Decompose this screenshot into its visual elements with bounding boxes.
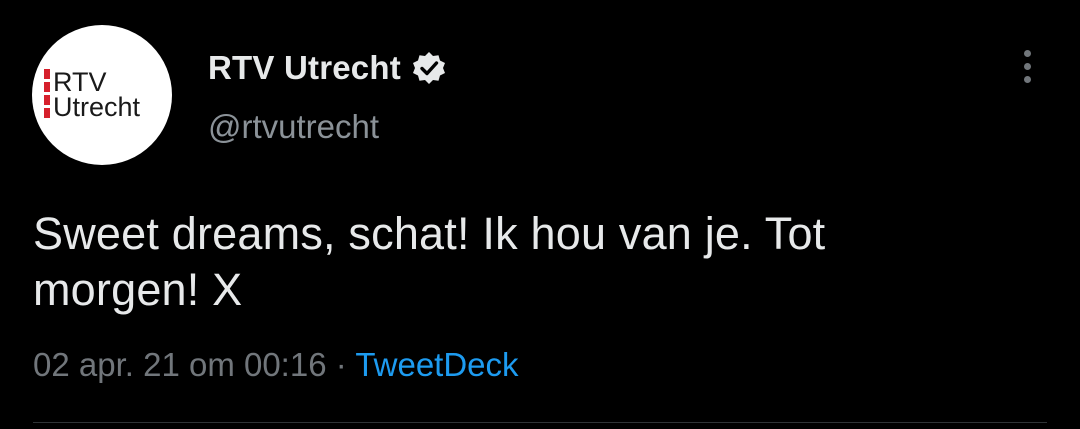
verified-badge-icon [412, 52, 445, 84]
meta-separator: · [335, 346, 347, 383]
tweet-source-link[interactable]: TweetDeck [355, 346, 518, 383]
more-dot [1023, 75, 1031, 83]
tweet-timestamp[interactable]: 02 apr. 21 om 00:16 [33, 346, 327, 383]
display-name[interactable]: RTV Utrecht [208, 49, 401, 87]
tweet-text: Sweet dreams, schat! Ik hou van je. Tot … [33, 208, 826, 315]
divider [33, 422, 1047, 423]
more-options-icon[interactable] [1008, 44, 1046, 88]
more-dot [1023, 49, 1031, 57]
tweet: RTV Utrecht RTV Utrecht @rtvutrecht Swee… [0, 0, 1080, 429]
tweet-meta: 02 apr. 21 om 00:16 · TweetDeck [33, 346, 519, 384]
author-name-row[interactable]: RTV Utrecht [208, 46, 447, 90]
more-dot [1023, 62, 1031, 70]
rtv-utrecht-logo: RTV Utrecht [44, 67, 141, 122]
avatar[interactable]: RTV Utrecht [32, 25, 172, 165]
author-handle[interactable]: @rtvutrecht [208, 108, 379, 146]
svg-text:Utrecht: Utrecht [53, 92, 141, 122]
